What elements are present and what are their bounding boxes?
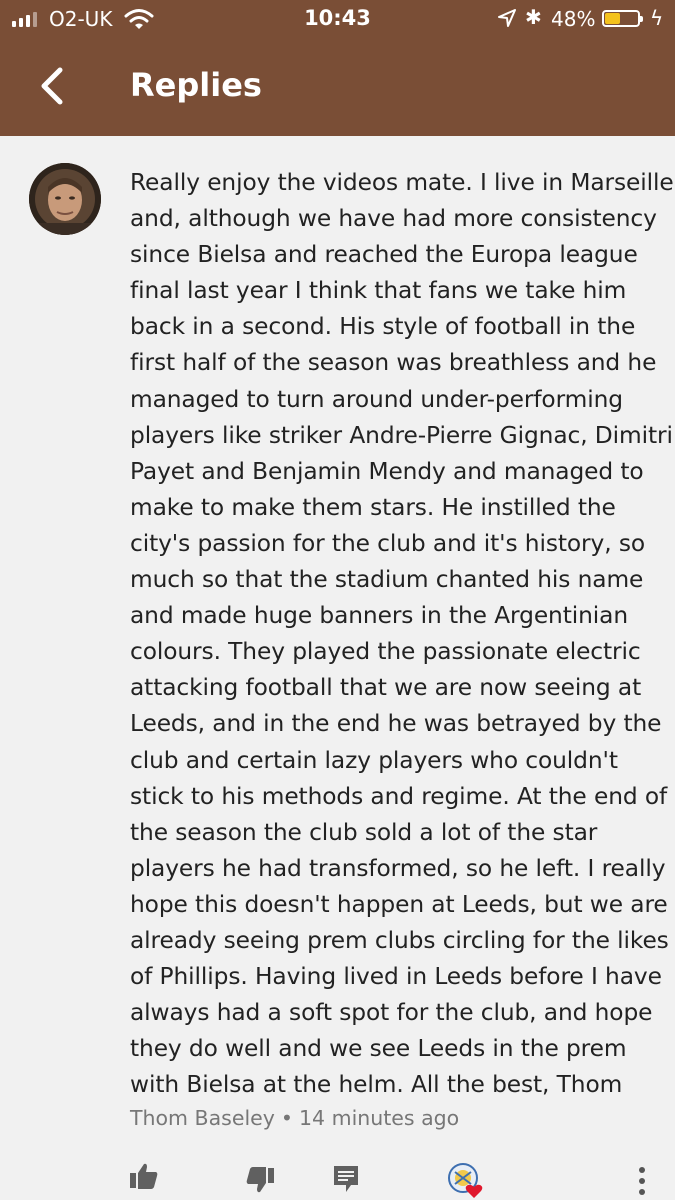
location-icon [498,9,516,27]
comment-actions [0,1150,675,1200]
creator-heart-icon [448,1163,483,1198]
comment-line: since Bielsa and reached the Europa leag… [130,241,638,269]
comment-meta: Thom Baseley • 14 minutes ago [130,1106,459,1130]
meta-separator: • [280,1106,293,1130]
status-bar: O2-UK 10:43 ✱ 48% ϟ [0,0,675,38]
thumbs-up-icon[interactable] [129,1162,159,1190]
page-title: Replies [130,66,262,104]
charging-icon: ϟ [650,6,664,30]
comment-line: they do well and we see Leeds in the pre… [130,1035,627,1063]
comment-line: always had a soft spot for the club, and… [130,999,653,1027]
comment-line: and, although we have had more consisten… [130,205,657,233]
comment-author[interactable]: Thom Baseley [130,1106,275,1130]
comment-line: managed to turn around under-performing [130,385,623,413]
comment-line: players like striker Andre-Pierre Gignac… [130,421,673,449]
comment-line: stick to his methods and regime. At the … [130,782,668,810]
comment-line: Really enjoy the videos mate. I live in … [130,169,674,196]
thumbs-down-icon[interactable] [245,1166,275,1194]
comment-text: Really enjoy the videos mate. I live in … [130,165,674,1103]
comment-line: players he had transformed, so he left. … [130,854,666,882]
comment-line: make to make them stars. He instilled th… [130,493,616,521]
comment-line: hope this doesn't happen at Leeds, but w… [130,890,668,918]
more-options-icon[interactable] [637,1166,647,1196]
comment-time: 14 minutes ago [299,1106,460,1130]
reply-icon[interactable] [333,1165,359,1193]
comment-line: club and certain lazy players who couldn… [130,746,618,774]
comment-line: final last year I think that fans we tak… [130,277,627,305]
comment-line: first half of the season was breathless … [130,349,657,377]
comment-line: of Phillips. Having lived in Leeds befor… [130,963,662,991]
comment-line: and made huge banners in the Argentinian [130,602,628,630]
battery-percent: 48% [551,7,596,31]
comment-line: much so that the stadium chanted his nam… [130,566,644,594]
comment-line: city's passion for the club and it's his… [130,529,646,557]
comment-line: with Bielsa at the helm. All the best, T… [130,1071,623,1099]
comment-line: back in a second. His style of football … [130,313,636,341]
comment-line: Payet and Benjamin Mendy and managed to [130,457,644,485]
avatar[interactable] [29,163,101,235]
comment-line: colours. They played the passionate elec… [130,638,641,666]
comment-line: already seeing prem clubs circling for t… [130,926,669,954]
bluetooth-icon: ✱ [525,5,542,29]
comment-line: the season the club sold a lot of the st… [130,818,598,846]
comment-line: attacking football that we are now seein… [130,674,642,702]
app-header: O2-UK 10:43 ✱ 48% ϟ Replies [0,0,675,136]
back-arrow-icon[interactable] [36,66,72,106]
battery-icon [602,10,643,27]
comment-line: Leeds, and in the end he was betrayed by… [130,710,662,738]
